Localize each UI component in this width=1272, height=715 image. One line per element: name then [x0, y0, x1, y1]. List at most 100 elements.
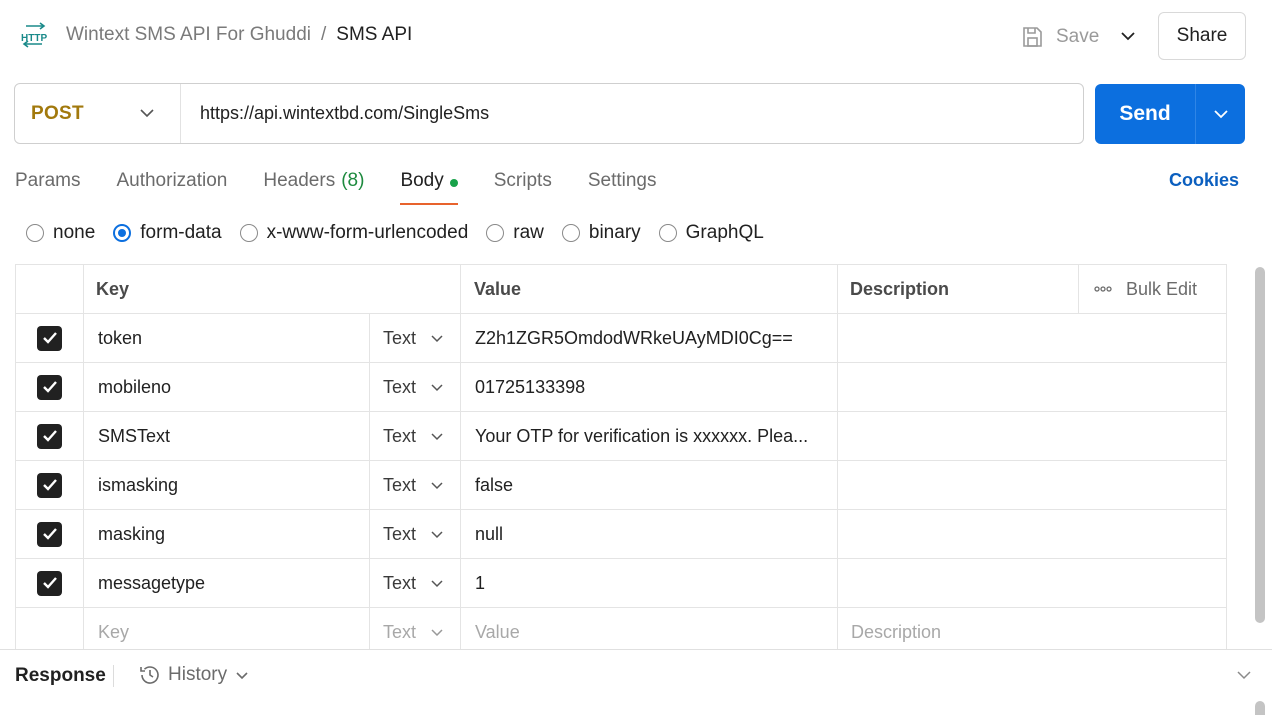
description-cell[interactable] [837, 510, 1226, 558]
tab-label: Authorization [116, 170, 228, 191]
headers-count-badge: (8) [341, 170, 365, 191]
radio-label: none [53, 222, 96, 243]
radio-circle-selected[interactable] [113, 224, 132, 242]
type-select[interactable]: Text [369, 363, 460, 411]
history-label: History [168, 664, 228, 685]
radio-label: x-www-form-urlencoded [266, 222, 469, 243]
description-cell[interactable] [837, 412, 1226, 460]
description-cell[interactable] [837, 314, 1226, 362]
value-cell[interactable]: false [460, 461, 837, 509]
new-value-input[interactable]: Value [460, 608, 837, 654]
row-checkbox[interactable] [37, 521, 62, 547]
type-select[interactable]: Text [369, 608, 460, 654]
cookies-link[interactable]: Cookies [1169, 170, 1239, 191]
row-checkbox[interactable] [37, 472, 62, 498]
table-row: SMSText Text Your OTP for verification i… [16, 411, 1226, 460]
value-cell[interactable]: Your OTP for verification is xxxxxx. Ple… [460, 412, 837, 460]
key-cell[interactable]: mobileno [83, 363, 369, 411]
key-cell[interactable]: SMSText [83, 412, 369, 460]
radio-raw[interactable]: raw [486, 222, 544, 244]
send-button[interactable]: Send [1095, 102, 1195, 126]
key-cell[interactable]: token [83, 314, 369, 362]
url-input[interactable]: https://api.wintextbd.com/SingleSms [181, 103, 489, 124]
bulk-edit-button[interactable]: Bulk Edit [1078, 265, 1226, 313]
column-header-key: Key [83, 265, 460, 313]
description-cell[interactable] [837, 461, 1226, 509]
value-cell[interactable]: 1 [460, 559, 837, 607]
type-select[interactable]: Text [369, 510, 460, 558]
radio-binary[interactable]: binary [561, 222, 641, 244]
key-cell[interactable]: masking [83, 510, 369, 558]
send-options-button[interactable] [1196, 109, 1245, 119]
row-checkbox-cell [16, 608, 83, 654]
response-label[interactable]: Response [15, 665, 106, 687]
breadcrumb-request-name[interactable]: SMS API [336, 24, 412, 46]
breadcrumb-collection[interactable]: Wintext SMS API For Ghuddi [66, 24, 311, 46]
method-select[interactable]: POST [15, 84, 181, 143]
share-button[interactable]: Share [1158, 12, 1246, 60]
row-checkbox[interactable] [37, 570, 62, 596]
row-checkbox-cell [16, 314, 83, 362]
http-icon: HTTP [21, 22, 47, 48]
table-header-row: Key Value Description Bulk Edit [16, 264, 1226, 313]
chevron-down-icon [431, 629, 443, 637]
value-cell[interactable]: Z2h1ZGR5OmdodWRkeUAyMDI0Cg== [460, 314, 837, 362]
radio-label: form-data [140, 222, 222, 243]
row-checkbox[interactable] [37, 423, 62, 449]
type-select[interactable]: Text [369, 314, 460, 362]
save-label: Save [1056, 26, 1100, 47]
tab-label: Body [400, 170, 444, 191]
table-scrollbar[interactable] [1255, 267, 1265, 623]
header-check-cell [16, 265, 83, 313]
radio-circle[interactable] [486, 224, 505, 242]
type-select[interactable]: Text [369, 412, 460, 460]
radio-circle[interactable] [239, 224, 258, 242]
type-select[interactable]: Text [369, 559, 460, 607]
more-options-icon[interactable] [1094, 286, 1112, 292]
save-button[interactable]: Save [1020, 22, 1099, 52]
tab-settings[interactable]: Settings [588, 166, 657, 204]
tab-label: Settings [587, 170, 657, 191]
type-select[interactable]: Text [369, 461, 460, 509]
new-description-input[interactable]: Description [837, 608, 1226, 654]
row-checkbox-cell [16, 559, 83, 607]
save-options-button[interactable] [1112, 18, 1144, 54]
row-checkbox[interactable] [37, 325, 62, 351]
request-url-bar: POST https://api.wintextbd.com/SingleSms [14, 83, 1084, 144]
table-row: messagetype Text 1 [16, 558, 1226, 607]
chevron-down-icon[interactable] [1236, 669, 1252, 681]
value-cell[interactable]: 01725133398 [460, 363, 837, 411]
table-row: ismasking Text false [16, 460, 1226, 509]
divider [113, 665, 114, 687]
radio-form-data[interactable]: form-data [113, 222, 222, 244]
row-checkbox[interactable] [37, 374, 62, 400]
value-cell[interactable]: null [460, 510, 837, 558]
type-label: Text [383, 425, 417, 446]
type-label: Text [383, 523, 417, 544]
history-button[interactable]: History [138, 663, 255, 687]
row-checkbox-cell [16, 510, 83, 558]
tab-params[interactable]: Params [15, 166, 80, 204]
radio-none[interactable]: none [26, 222, 95, 244]
radio-circle[interactable] [26, 224, 44, 242]
description-cell[interactable] [837, 559, 1226, 607]
key-cell[interactable]: ismasking [83, 461, 369, 509]
tab-label: Headers [263, 170, 336, 191]
tab-scripts[interactable]: Scripts [494, 166, 552, 204]
tab-headers[interactable]: Headers (8) [263, 166, 364, 204]
chevron-down-icon [140, 109, 154, 118]
chevron-down-icon [431, 482, 443, 490]
description-cell[interactable] [837, 363, 1226, 411]
radio-graphql[interactable]: GraphQL [658, 222, 764, 244]
radio-x-www-form-urlencoded[interactable]: x-www-form-urlencoded [239, 222, 469, 244]
key-cell[interactable]: messagetype [83, 559, 369, 607]
chevron-down-icon [431, 531, 443, 539]
tab-body[interactable]: Body [400, 166, 459, 205]
page-scrollbar[interactable] [1255, 701, 1265, 715]
tab-label: Params [15, 170, 81, 191]
radio-circle[interactable] [658, 224, 677, 242]
new-key-input[interactable]: Key [83, 608, 369, 654]
table-row: mobileno Text 01725133398 [16, 362, 1226, 411]
radio-circle[interactable] [561, 224, 580, 242]
tab-authorization[interactable]: Authorization [116, 166, 227, 204]
